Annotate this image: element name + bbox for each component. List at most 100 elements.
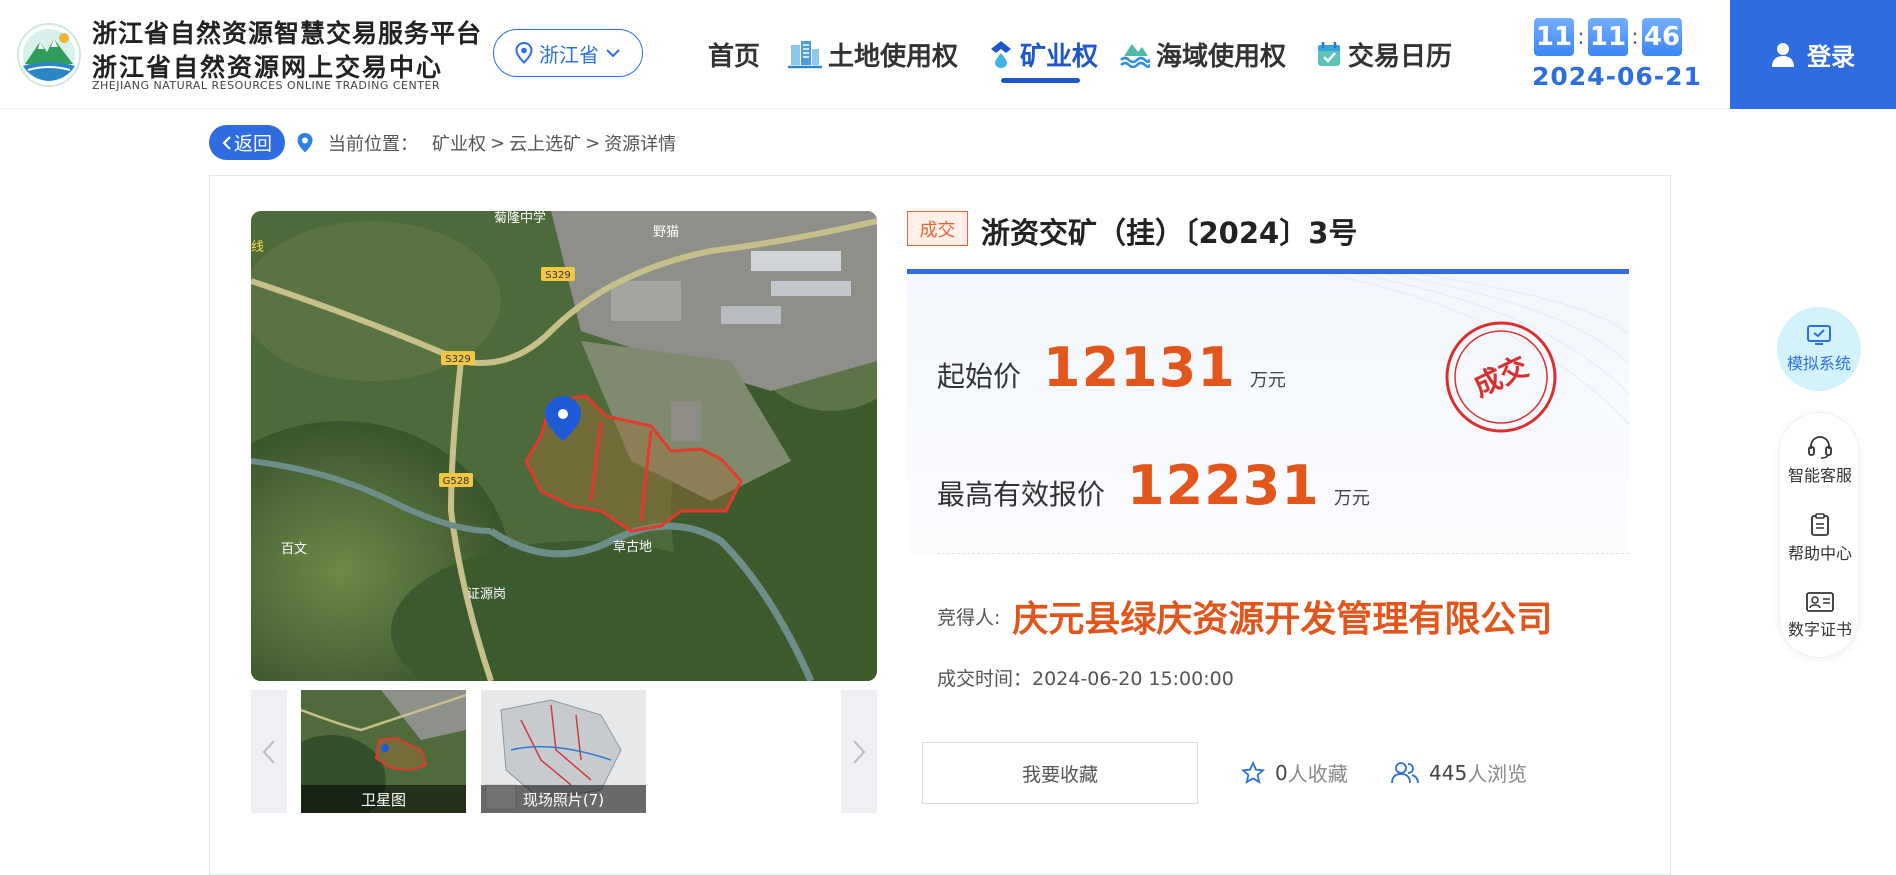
location-pin-icon [515,42,533,64]
building-icon [788,41,822,69]
help-center-button[interactable]: 帮助中心 [1780,513,1860,564]
breadcrumb-item-resource-detail: 资源详情 [604,134,677,155]
map-label-edge: 线 [251,240,264,255]
favorite-button[interactable]: 我要收藏 [922,742,1198,804]
header: 浙江省自然资源智慧交易服务平台 浙江省自然资源网上交易中心 ZHEJIANG N… [0,0,1896,109]
brand-title: 浙江省自然资源智慧交易服务平台 [92,19,483,48]
start-price-value: 12131 [1043,336,1236,399]
deal-time-label: 成交时间： [937,668,1033,690]
login-button[interactable]: 登录 [1730,0,1896,109]
smart-service-button[interactable]: 智能客服 [1780,435,1860,486]
side-tools-panel: 智能客服 帮助中心 数字证书 [1779,412,1859,658]
mine-icon [991,41,1011,68]
id-card-icon [1806,592,1834,612]
region-selector[interactable]: 浙江省 [493,29,643,77]
price-panel: 起始价 12131 万元 最高有效报价 12231 万元 成交 [907,269,1629,554]
nav-land-use-label: 土地使用权 [828,41,959,72]
help-center-label: 帮助中心 [1787,544,1852,563]
divider [937,553,1629,554]
thumbnail-prev-button[interactable] [251,690,287,813]
thumbnail-satellite[interactable]: 卫星图 [301,690,466,813]
chevron-right-icon [853,739,866,764]
clock: 11 : 11 : 46 [1534,18,1682,56]
nav-trading-calendar[interactable]: 交易日历 [1316,30,1452,78]
nav-sea-area-label: 海域使用权 [1156,41,1287,72]
start-price-row: 起始价 12131 万元 [937,336,1286,399]
winner-label: 竞得人: [937,606,1001,629]
brand-english: ZHEJIANG NATURAL RESOURCES ONLINE TRADIN… [92,79,441,92]
start-price-label: 起始价 [937,360,1022,393]
digital-certificate-label: 数字证书 [1787,620,1852,639]
resource-title: 浙资交矿（挂）〔2024〕3号 [981,216,1358,250]
clock-seconds: 46 [1642,18,1682,56]
back-label: 返回 [233,133,272,155]
map-label-school: 菊隆中学 [494,211,546,226]
map-label-g528: G528 [443,476,470,487]
map-label-s329a: S329 [445,354,470,365]
thumbnail-site-photos[interactable]: 现场照片(7) [481,690,646,813]
map-label-s329b: S329 [545,270,570,281]
start-price-unit: 万元 [1249,370,1286,391]
chevron-left-icon [222,135,231,150]
clock-hours: 11 [1534,18,1574,56]
map-label-caogudi: 草古地 [613,540,652,555]
satellite-map[interactable]: S329 S329 G528 菊隆中学 野猫 百文 草古地 证源岗 线 [251,211,877,681]
max-price-unit: 万元 [1333,488,1370,509]
max-price-row: 最高有效报价 12231 万元 [937,454,1370,517]
breadcrumb-item-cloud-select[interactable]: 云上选矿 [509,130,581,156]
view-count: 445 人浏览 [1391,758,1527,787]
breadcrumb-item-mining[interactable]: 矿业权 [432,130,486,156]
login-label: 登录 [1807,43,1855,71]
clock-minutes: 11 [1588,18,1628,56]
view-count-suffix: 人浏览 [1467,762,1528,786]
region-label: 浙江省 [539,42,599,67]
clock-separator: : [1577,24,1585,50]
deal-stamp-text: 成交 [1468,350,1533,404]
back-button[interactable]: 返回 [209,125,285,160]
satellite-image: S329 S329 G528 菊隆中学 野猫 百文 草古地 证源岗 线 [251,211,877,681]
nav-mining-rights-label: 矿业权 [1020,41,1099,72]
wave-icon [1120,44,1150,68]
favorite-count-suffix: 人收藏 [1287,762,1348,786]
favorite-count-value: 0 [1275,760,1288,785]
deal-time-value: 2024-06-20 15:00:00 [1032,668,1234,690]
thumbnail-satellite-caption: 卫星图 [301,785,466,813]
simulation-system-button[interactable]: 模拟系统 [1777,307,1861,391]
chevron-left-icon [262,739,275,764]
digital-certificate-button[interactable]: 数字证书 [1780,591,1860,640]
deal-time: 成交时间：2024-06-20 15:00:00 [937,664,1234,691]
nav-home[interactable]: 首页 [708,30,760,78]
max-price-value: 12231 [1127,454,1320,517]
status-badge: 成交 [907,211,968,246]
current-date: 2024-06-21 [1532,62,1702,91]
nav-sea-area[interactable]: 海域使用权 [1120,30,1286,78]
breadcrumb-prefix: 当前位置： [328,134,418,155]
map-label-baiwen: 百文 [281,542,307,557]
location-pin-icon [297,133,313,153]
clock-separator: : [1631,24,1639,50]
chevron-down-icon [606,49,620,58]
view-count-value: 445 [1429,760,1468,785]
thumbnail-next-button[interactable] [841,690,877,813]
calendar-icon [1318,42,1340,66]
nav-active-underline [1001,78,1080,83]
simulation-system-label: 模拟系统 [1786,354,1851,373]
map-label-place: 证源岗 [467,587,506,602]
nav-land-use[interactable]: 土地使用权 [788,30,958,78]
user-icon [1772,42,1794,67]
headset-icon [1808,436,1832,459]
smart-service-label: 智能客服 [1787,466,1852,485]
breadcrumb-separator: > [585,132,601,154]
star-icon [1241,760,1265,784]
thumbnail-site-photos-caption: 现场照片(7) [481,785,646,813]
max-price-label: 最高有效报价 [937,478,1106,511]
deal-stamp: 成交 [1445,321,1557,433]
nav-mining-rights[interactable]: 矿业权 [988,30,1098,78]
monitor-icon [1807,325,1831,345]
users-icon [1391,761,1419,783]
map-label-yemao: 野猫 [653,225,679,240]
nav-trading-calendar-label: 交易日历 [1348,41,1453,72]
winner-name: 庆元县绿庆资源开发管理有限公司 [1012,599,1553,640]
platform-logo[interactable] [16,22,82,88]
breadcrumb: 当前位置： 矿业权 > 云上选矿 > 资源详情 [296,130,680,156]
